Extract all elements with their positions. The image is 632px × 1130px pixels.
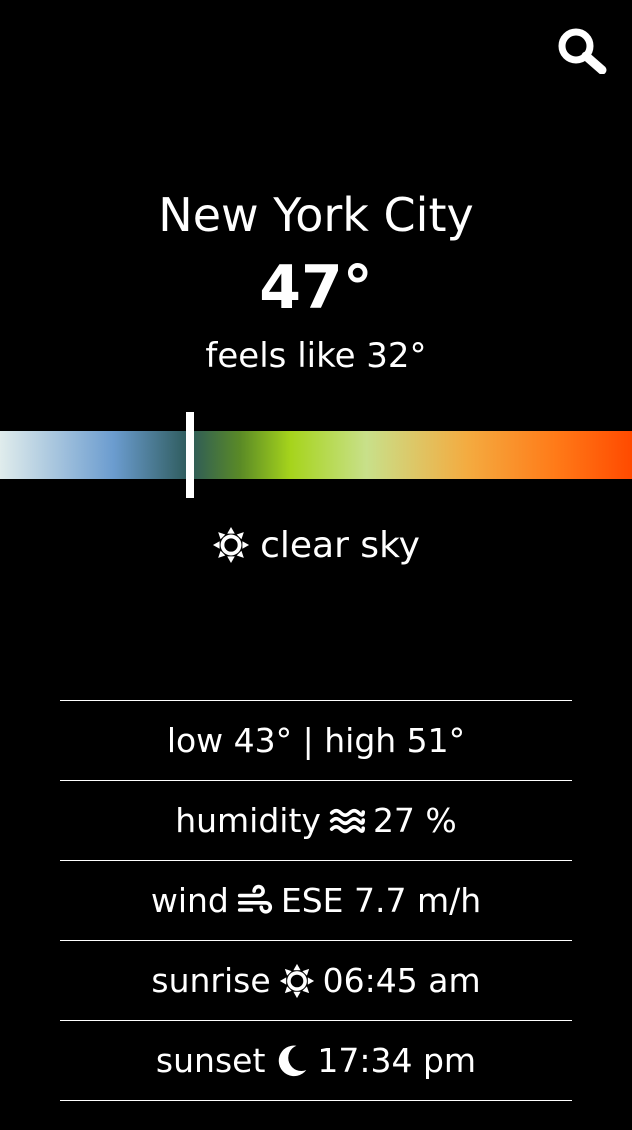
sunrise-row: sunrise 06:45 am [60,941,572,1021]
temperature-gradient [0,431,632,479]
current-temperature: 47° [259,253,373,323]
sun-icon [213,526,250,564]
temperature-scale-bar [0,412,632,498]
humidity-label: humidity [175,801,321,840]
city-name: New York City [158,188,474,242]
moon-icon [279,1045,307,1076]
humidity-row: humidity 27 % [60,781,572,861]
wind-value: ESE 7.7 m/h [280,881,482,920]
low-high-row: low 43° | high 51° [60,701,572,781]
sunset-value: 17:34 pm [317,1041,477,1080]
wind-row: wind ESE 7.7 m/h [60,861,572,941]
feels-like-temperature: feels like 32° [205,336,427,376]
sunrise-value: 06:45 am [322,961,481,1000]
water-waves-icon [329,808,365,833]
sunset-label: sunset [155,1041,266,1080]
wind-label: wind [150,881,229,920]
sunset-row: sunset 17:34 pm [60,1021,572,1101]
condition-text: clear sky [260,524,420,566]
temperature-marker [185,412,194,498]
weather-condition: clear sky [0,520,632,570]
weather-screen: New York City 47° feels like 32° clear s… [0,0,632,1130]
wind-icon [237,884,272,914]
search-button[interactable] [556,26,608,75]
sun-gear-icon [279,963,314,998]
weather-details-list: low 43° | high 51° humidity 27 % wind ES… [60,700,572,1101]
humidity-value: 27 % [372,801,457,840]
low-high-text: low 43° | high 51° [166,721,466,760]
search-icon [558,28,607,75]
sunrise-label: sunrise [151,961,271,1000]
